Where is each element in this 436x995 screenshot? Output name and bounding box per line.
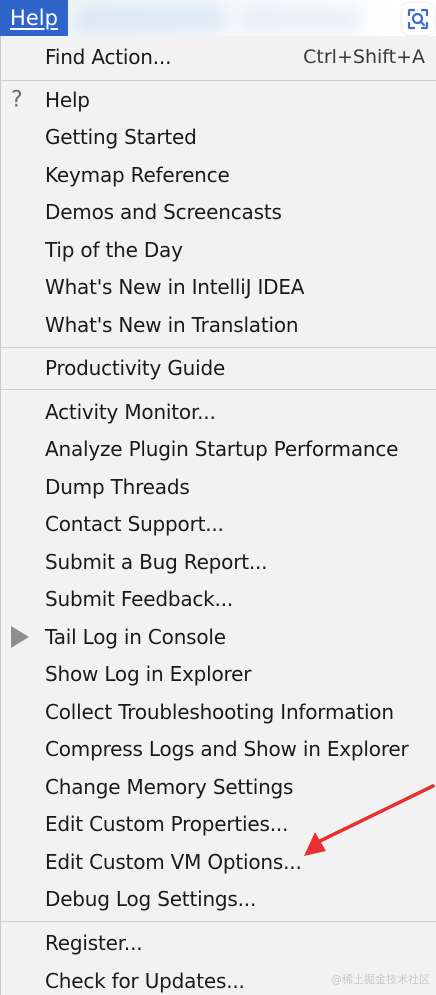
question-mark-icon: ? (11, 87, 23, 113)
menu-item-contact-support[interactable]: Contact Support... (1, 506, 436, 542)
menu-item-label: Help (45, 88, 90, 112)
menu-item-label: Activity Monitor... (45, 400, 216, 424)
menu-item-collect-troubleshooting[interactable]: Collect Troubleshooting Information (1, 694, 436, 730)
menu-item-help[interactable]: ? Help (1, 82, 436, 118)
menu-item-label: Analyze Plugin Startup Performance (45, 437, 399, 461)
menu-item-label: Contact Support... (45, 512, 224, 536)
menu-separator (1, 921, 436, 922)
menu-item-label: Debug Log Settings... (45, 887, 257, 911)
menu-item-label: Change Memory Settings (45, 775, 294, 799)
menu-item-label: Tip of the Day (45, 238, 183, 262)
menu-item-submit-feedback[interactable]: Submit Feedback... (1, 581, 436, 617)
menu-item-compress-logs[interactable]: Compress Logs and Show in Explorer (1, 731, 436, 767)
menu-separator (1, 80, 436, 81)
play-triangle-icon (11, 626, 29, 648)
menu-item-edit-custom-properties[interactable]: Edit Custom Properties... (1, 806, 436, 842)
menu-item-analyze-plugin-startup[interactable]: Analyze Plugin Startup Performance (1, 431, 436, 467)
menu-item-label: Compress Logs and Show in Explorer (45, 737, 409, 761)
menu-item-edit-custom-vm-options[interactable]: Edit Custom VM Options... (1, 844, 436, 880)
menu-item-label: Edit Custom VM Options... (45, 850, 302, 874)
menu-item-label: Collect Troubleshooting Information (45, 700, 394, 724)
menu-item-dump-threads[interactable]: Dump Threads (1, 469, 436, 505)
menu-item-register[interactable]: Register... (1, 925, 436, 961)
menu-item-label: Edit Custom Properties... (45, 812, 289, 836)
scan-lens-button[interactable] (402, 3, 434, 35)
menu-item-label: Keymap Reference (45, 163, 230, 187)
menu-item-whats-new-translation[interactable]: What's New in Translation (1, 307, 436, 343)
menu-item-keymap-reference[interactable]: Keymap Reference (1, 157, 436, 193)
menu-item-demos-screencasts[interactable]: Demos and Screencasts (1, 194, 436, 230)
watermark: @稀土掘金技术社区 (331, 973, 430, 986)
screenshot-root: Help Find Action... Ctrl+Shift+A ? Help … (0, 0, 436, 995)
menu-item-label: What's New in IntelliJ IDEA (45, 275, 305, 299)
menu-item-label: Find Action... (45, 45, 172, 69)
menu-item-label: Show Log in Explorer (45, 662, 252, 686)
menu-item-label: Submit a Bug Report... (45, 550, 268, 574)
menu-item-tail-log-console[interactable]: Tail Log in Console (1, 619, 436, 655)
menu-separator (1, 389, 436, 390)
menu-separator (1, 347, 436, 348)
menu-item-label: Check for Updates... (45, 969, 245, 993)
blurred-region (76, 5, 226, 31)
menu-item-tip-of-the-day[interactable]: Tip of the Day (1, 232, 436, 268)
scan-lens-icon (407, 8, 429, 30)
menu-item-label: Tail Log in Console (45, 625, 226, 649)
menu-item-show-log-explorer[interactable]: Show Log in Explorer (1, 656, 436, 692)
menu-item-label: What's New in Translation (45, 313, 299, 337)
menu-item-label: Submit Feedback... (45, 587, 234, 611)
menu-item-label: Demos and Screencasts (45, 200, 282, 224)
help-menu-button[interactable]: Help (0, 0, 68, 36)
menu-item-label: Register... (45, 931, 143, 955)
menu-item-getting-started[interactable]: Getting Started (1, 119, 436, 155)
menu-item-change-memory-settings[interactable]: Change Memory Settings (1, 769, 436, 805)
menu-bar: Help (0, 0, 436, 36)
menu-item-find-action[interactable]: Find Action... Ctrl+Shift+A (1, 39, 436, 75)
menu-item-productivity-guide[interactable]: Productivity Guide (1, 350, 436, 386)
menu-item-label: Dump Threads (45, 475, 190, 499)
menu-item-activity-monitor[interactable]: Activity Monitor... (1, 394, 436, 430)
menu-item-debug-log-settings[interactable]: Debug Log Settings... (1, 881, 436, 917)
blurred-region (240, 8, 360, 30)
menu-item-label: Productivity Guide (45, 356, 226, 380)
menu-item-label: Getting Started (45, 125, 197, 149)
menu-item-submit-bug-report[interactable]: Submit a Bug Report... (1, 544, 436, 580)
help-dropdown-menu: Find Action... Ctrl+Shift+A ? Help Getti… (0, 36, 436, 995)
menu-item-whats-new-idea[interactable]: What's New in IntelliJ IDEA (1, 269, 436, 305)
shortcut-label: Ctrl+Shift+A (303, 46, 425, 68)
